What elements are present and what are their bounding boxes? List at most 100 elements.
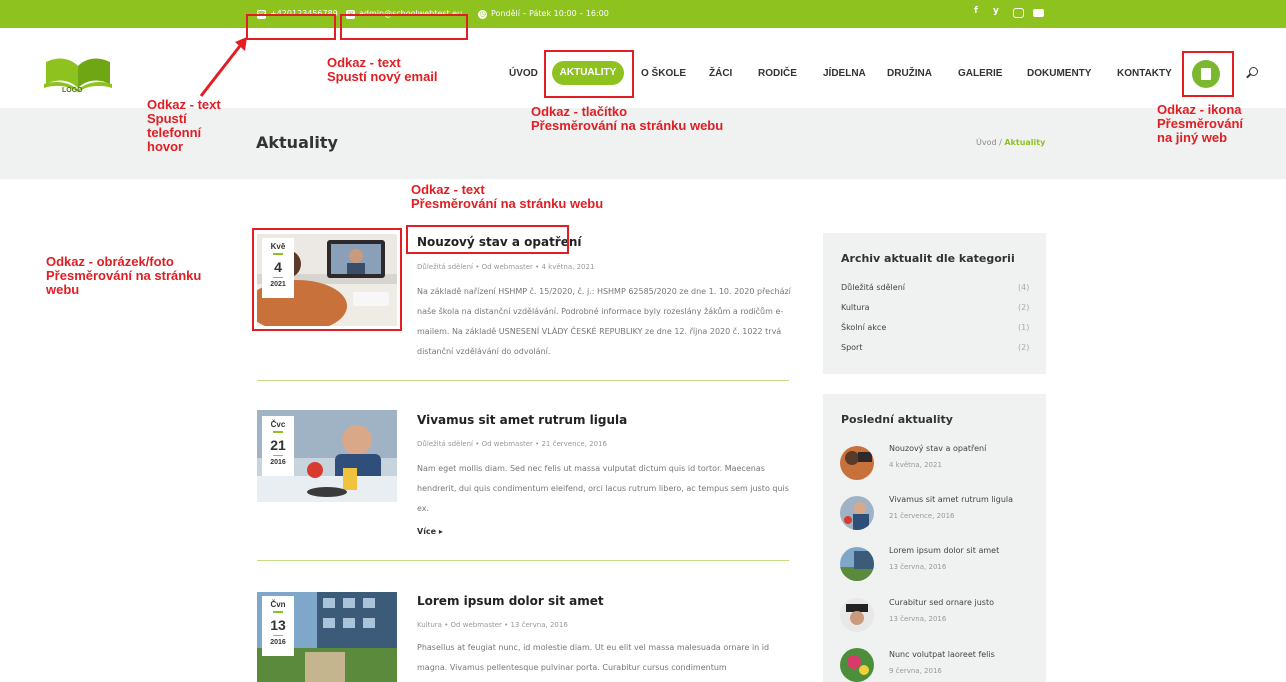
post-date-3: Čvn 13 2016 bbox=[262, 596, 294, 656]
post-date-month: Čvn bbox=[270, 600, 286, 609]
post-date-day: 13 bbox=[270, 616, 286, 633]
recent-post-title[interactable]: Nunc volutpat laoreet felis bbox=[889, 650, 995, 659]
annotation-line: Přesměrování na stránku webu bbox=[411, 196, 604, 211]
post-date-2: Čvc 21 2016 bbox=[262, 416, 294, 476]
annotation-line: Přesměrování na stránku webu bbox=[531, 118, 724, 133]
annotation-line: Odkaz - tlačítko bbox=[531, 104, 628, 119]
post-meta-3: Kultura • Od webmaster • 13 června, 2016 bbox=[417, 621, 568, 629]
breadcrumb-current: Aktuality bbox=[1004, 138, 1046, 147]
annotation-box-image bbox=[252, 228, 402, 331]
nav-rodice[interactable]: RODIČE bbox=[758, 68, 797, 79]
annotation-box-email bbox=[340, 14, 468, 40]
category-count: (4) bbox=[1018, 283, 1030, 292]
site-logo[interactable]: LOGO bbox=[42, 54, 114, 94]
post-date-day: 21 bbox=[270, 436, 286, 453]
read-more-label: Více bbox=[417, 527, 437, 536]
recent-post-date: 4 května, 2021 bbox=[889, 461, 942, 469]
post-meta-2: Důležitá sdělení • Od webmaster • 21 čer… bbox=[417, 440, 607, 448]
annotation-line: telefonní bbox=[147, 125, 202, 140]
recent-posts-title: Poslední aktuality bbox=[841, 413, 953, 426]
post-excerpt-2: Nam eget mollis diam. Sed nec felis ut m… bbox=[417, 464, 789, 513]
recent-post-title[interactable]: Curabitur sed ornare justo bbox=[889, 598, 994, 607]
recent-post-title[interactable]: Nouzový stav a opatření bbox=[889, 444, 986, 453]
recent-post-title[interactable]: Lorem ipsum dolor sit amet bbox=[889, 546, 999, 555]
recent-posts-widget bbox=[823, 394, 1046, 682]
recent-thumbnail[interactable] bbox=[840, 598, 874, 632]
annotation-box-title bbox=[406, 225, 569, 254]
post-title-2[interactable]: Vivamus sit amet rutrum ligula bbox=[417, 413, 627, 427]
logo-text: LOGO bbox=[62, 87, 83, 94]
annotation-box-button bbox=[544, 50, 634, 98]
annotation-line: Odkaz - text bbox=[327, 55, 401, 70]
annotation-text-button: Odkaz - tlačítko Přesměrování na stránku… bbox=[531, 105, 723, 133]
post-date-month: Čvc bbox=[270, 420, 286, 429]
hours-text: Pondělí – Pátek 10:00 – 16:00 bbox=[491, 9, 609, 18]
annotation-text-icon: Odkaz - ikona Přesměrování na jiný web bbox=[1157, 103, 1243, 145]
archive-title: Archiv aktualit dle kategorii bbox=[841, 252, 1015, 265]
recent-thumbnail[interactable] bbox=[840, 446, 874, 480]
post-date-year: 2016 bbox=[270, 639, 286, 646]
post-excerpt-3: Phasellus at feugiat nunc, id molestie d… bbox=[417, 643, 770, 672]
category-link[interactable]: Školní akce bbox=[841, 323, 886, 332]
date-divider bbox=[273, 454, 283, 456]
breadcrumb-separator: / bbox=[999, 138, 1002, 147]
annotation-line: na jiný web bbox=[1157, 130, 1228, 145]
nav-uvod[interactable]: ÚVOD bbox=[509, 68, 538, 79]
post-date-year: 2016 bbox=[270, 459, 286, 466]
nav-o-skole[interactable]: O ŠKOLE bbox=[641, 68, 686, 79]
annotation-line: webu bbox=[46, 282, 80, 297]
read-more-link[interactable]: Více ▸ bbox=[417, 527, 443, 536]
annotation-line: Přesměrování na stránku bbox=[46, 268, 202, 283]
annotation-line: Odkaz - ikona bbox=[1157, 102, 1242, 117]
annotation-box-icon bbox=[1182, 51, 1234, 97]
caret-right-icon: ▸ bbox=[438, 527, 443, 536]
nav-galerie[interactable]: GALERIE bbox=[958, 68, 1002, 79]
annotation-line: Odkaz - obrázek/foto bbox=[46, 254, 174, 269]
annotation-text-email: Odkaz - text Spustí nový email bbox=[327, 56, 438, 84]
search-icon[interactable] bbox=[1249, 67, 1258, 76]
nav-druzina[interactable]: DRUŽINA bbox=[887, 68, 932, 79]
category-count: (2) bbox=[1018, 303, 1030, 312]
date-divider bbox=[273, 611, 283, 613]
breadcrumb-home[interactable]: Úvod bbox=[976, 138, 997, 147]
instagram-icon[interactable] bbox=[1013, 8, 1024, 18]
post-title-3[interactable]: Lorem ipsum dolor sit amet bbox=[417, 594, 604, 608]
category-count: (1) bbox=[1018, 323, 1030, 332]
recent-thumbnail[interactable] bbox=[840, 648, 874, 682]
date-divider bbox=[273, 431, 283, 433]
recent-post-date: 21 července, 2016 bbox=[889, 512, 955, 520]
annotation-line: Spustí bbox=[147, 111, 187, 126]
annotation-text-phone: Odkaz - text Spustí telefonní hovor bbox=[147, 98, 221, 154]
page-title: Aktuality bbox=[256, 133, 338, 152]
facebook-icon[interactable]: f bbox=[974, 6, 978, 16]
date-divider bbox=[273, 634, 283, 636]
annotation-text-image: Odkaz - obrázek/foto Přesměrování na str… bbox=[46, 255, 201, 297]
annotation-line: Přesměrování bbox=[1157, 116, 1243, 131]
breadcrumb: Úvod / Aktuality bbox=[976, 138, 1045, 147]
recent-thumbnail[interactable] bbox=[840, 547, 874, 581]
clock-icon: ◷ bbox=[478, 9, 487, 19]
category-link[interactable]: Důležitá sdělení bbox=[841, 283, 905, 292]
twitter-icon[interactable]: y bbox=[993, 6, 999, 16]
post-excerpt-1: Na základě nařízení HSHMP č. 15/2020, č.… bbox=[417, 287, 791, 356]
category-link[interactable]: Kultura bbox=[841, 303, 870, 312]
recent-post-title[interactable]: Vivamus sit amet rutrum ligula bbox=[889, 495, 1013, 504]
nav-jidelna[interactable]: JÍDELNA bbox=[823, 68, 866, 79]
youtube-icon[interactable] bbox=[1033, 9, 1044, 17]
nav-dokumenty[interactable]: DOKUMENTY bbox=[1027, 68, 1091, 79]
annotation-box-phone bbox=[246, 14, 336, 40]
opening-hours: ◷ Pondělí – Pátek 10:00 – 16:00 bbox=[478, 7, 609, 21]
recent-post-date: 13 června, 2016 bbox=[889, 563, 947, 571]
recent-thumbnail[interactable] bbox=[840, 496, 874, 530]
post-divider bbox=[257, 560, 789, 561]
annotation-arrow-icon bbox=[199, 37, 247, 97]
annotation-line: Spustí nový email bbox=[327, 69, 438, 84]
nav-kontakty[interactable]: KONTAKTY bbox=[1117, 68, 1172, 79]
recent-post-date: 13 června, 2016 bbox=[889, 615, 947, 623]
annotation-line: hovor bbox=[147, 139, 184, 154]
category-link[interactable]: Sport bbox=[841, 343, 862, 352]
annotation-line: Odkaz - text bbox=[147, 97, 221, 112]
nav-zaci[interactable]: ŽÁCI bbox=[709, 68, 732, 79]
recent-post-date: 9 června, 2016 bbox=[889, 667, 942, 675]
annotation-line: Odkaz - text bbox=[411, 182, 485, 197]
